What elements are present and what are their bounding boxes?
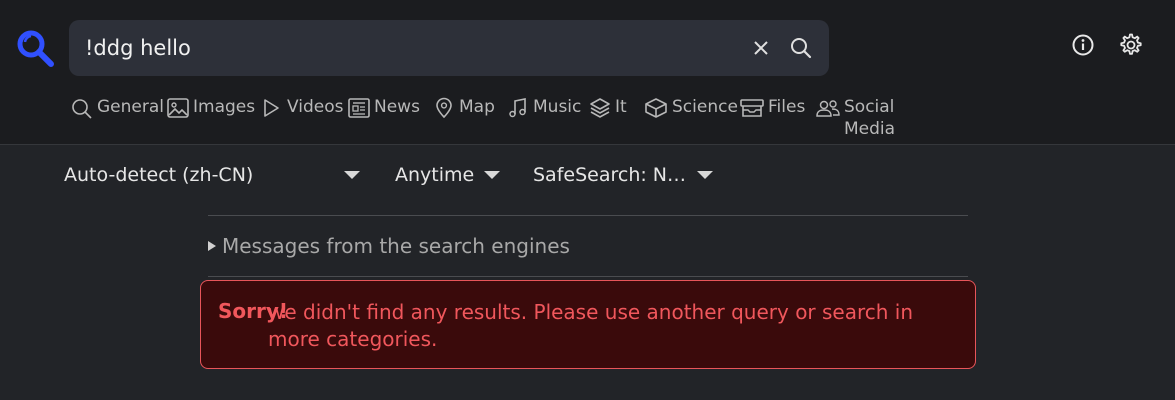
engine-messages-toggle[interactable]: Messages from the search engines	[208, 233, 570, 259]
time-range-select[interactable]: Anytime	[395, 162, 505, 188]
info-icon	[1072, 34, 1094, 56]
disclosure-triangle-icon	[208, 241, 216, 251]
tab-label: Social Media	[844, 96, 895, 140]
music-note-icon	[509, 98, 526, 118]
settings-button[interactable]	[1116, 31, 1144, 59]
safesearch-select[interactable]: SafeSearch: N…	[533, 162, 718, 188]
tab-files[interactable]: Files	[739, 96, 805, 119]
gear-icon	[1120, 33, 1142, 55]
search-button[interactable]	[787, 34, 815, 62]
search-filters: Auto-detect (zh-CN) Anytime SafeSearch: …	[0, 150, 1175, 200]
image-icon	[167, 98, 189, 118]
chevron-down-icon	[344, 171, 360, 179]
tab-label: General	[97, 97, 164, 117]
header: General Images Videos News Map Music It	[0, 0, 1175, 145]
chevron-down-icon	[484, 171, 500, 179]
tab-general[interactable]: General	[70, 96, 164, 119]
tab-images[interactable]: Images	[166, 96, 255, 119]
tab-music[interactable]: Music	[506, 96, 581, 119]
tab-label: News	[374, 97, 420, 117]
tab-label-line2: Media	[844, 119, 896, 139]
tab-label: Images	[193, 97, 256, 117]
search-input[interactable]	[85, 30, 725, 66]
search-icon	[791, 38, 812, 59]
logo-icon[interactable]	[14, 27, 56, 69]
newspaper-icon	[348, 98, 370, 118]
close-icon	[754, 41, 768, 55]
divider	[208, 276, 968, 277]
tab-label: Videos	[287, 97, 344, 117]
tab-label: It	[615, 97, 627, 117]
tab-label: Music	[533, 97, 582, 117]
tab-map[interactable]: Map	[432, 96, 495, 119]
tab-videos[interactable]: Videos	[260, 96, 344, 119]
language-value: Auto-detect (zh-CN)	[64, 164, 254, 186]
time-range-value: Anytime	[395, 164, 475, 186]
search-box	[69, 20, 829, 76]
cube-icon	[645, 98, 667, 118]
alert-message: we didn't find any results. Please use a…	[268, 300, 914, 351]
tab-label: Science	[672, 97, 738, 117]
engine-messages-label: Messages from the search engines	[222, 234, 570, 258]
info-button[interactable]	[1070, 32, 1096, 58]
clear-button[interactable]	[749, 36, 773, 60]
people-icon	[816, 100, 840, 117]
safesearch-value: SafeSearch: N…	[533, 164, 687, 186]
no-results-alert: Sorry! we didn't find any results. Pleas…	[200, 280, 976, 369]
archive-icon	[740, 99, 764, 117]
tab-social-media[interactable]: Social Media	[815, 96, 895, 140]
play-icon	[264, 99, 279, 117]
language-select[interactable]: Auto-detect (zh-CN)	[64, 162, 364, 188]
search-icon	[72, 99, 92, 119]
tab-label: Files	[768, 97, 806, 117]
divider	[208, 215, 968, 216]
layers-icon	[590, 98, 610, 118]
tab-it[interactable]: It	[588, 96, 627, 119]
tab-label: Map	[459, 97, 495, 117]
map-pin-icon	[436, 97, 452, 119]
tab-news[interactable]: News	[347, 96, 420, 119]
tab-science[interactable]: Science	[643, 96, 738, 119]
tab-label-line1: Social	[844, 97, 895, 117]
chevron-down-icon	[697, 171, 713, 179]
